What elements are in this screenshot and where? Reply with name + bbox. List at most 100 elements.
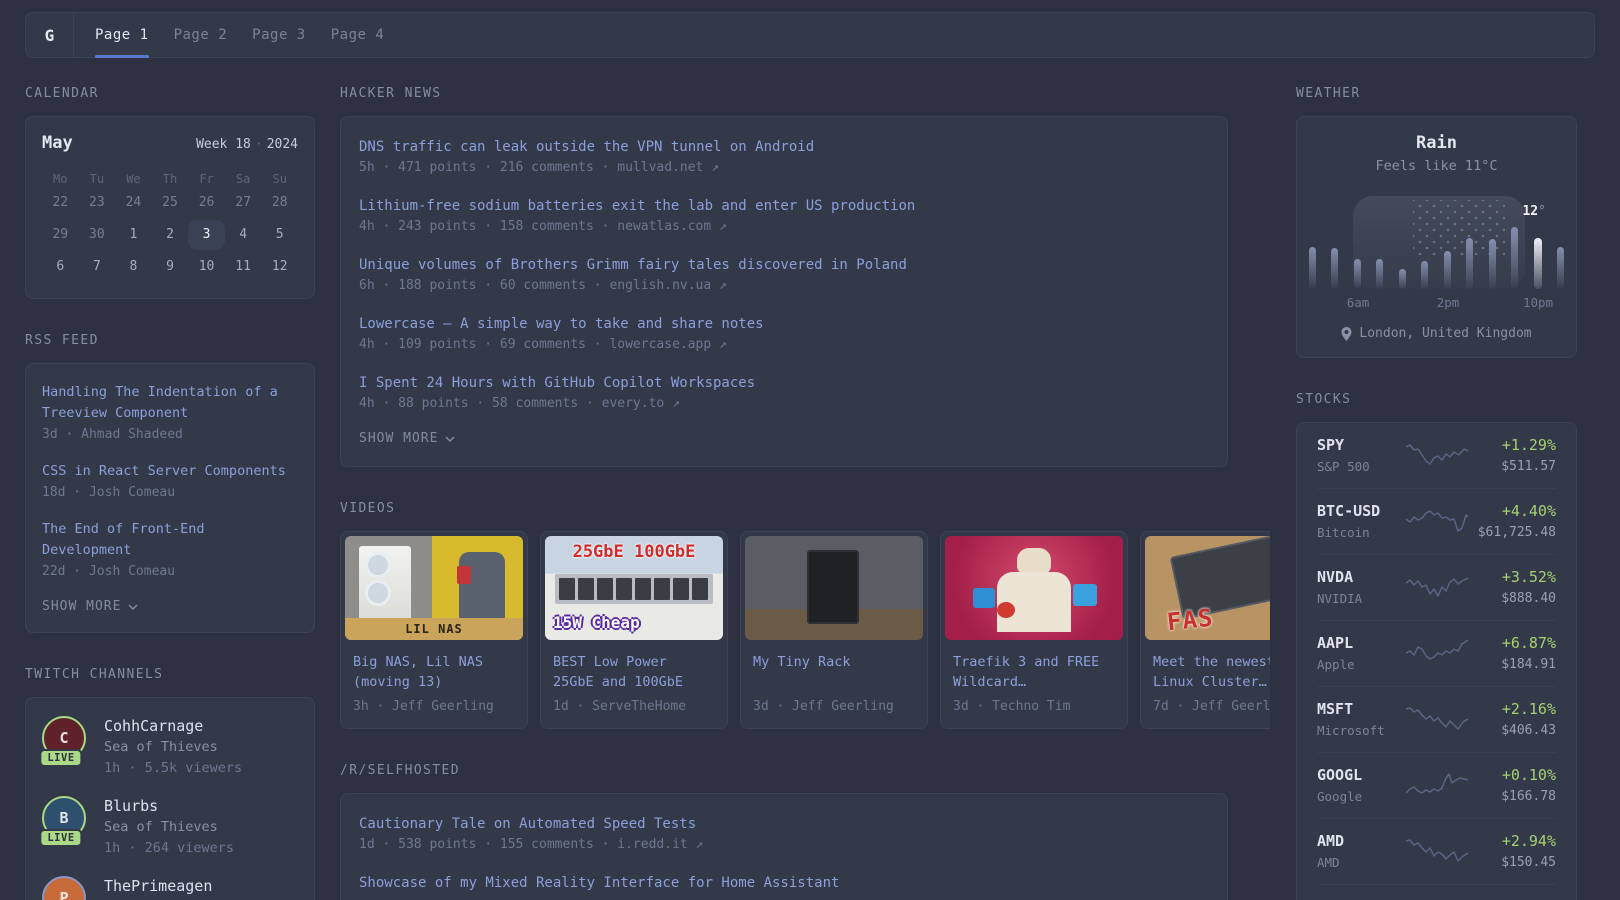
rss-item-link[interactable]: Handling The Indentation of a Treeview C… — [42, 382, 298, 424]
stock-symbol: SPY — [1317, 436, 1345, 454]
tab-label: Page 3 — [252, 27, 306, 43]
thumbnail-art — [1073, 584, 1097, 606]
stock-price: $150.45 — [1501, 855, 1556, 870]
rss-show-more-button[interactable]: SHOW MORE — [42, 599, 298, 614]
hn-item-link[interactable]: Lithium-free sodium batteries exit the l… — [359, 196, 1209, 216]
stock-row-googl[interactable]: GOOGL Google +0.10% $166.78 — [1317, 752, 1556, 818]
videos-carousel: LIL NAS Big NAS, Lil NAS (moving 13) 3h … — [340, 531, 1270, 729]
hn-item-link[interactable]: Unique volumes of Brothers Grimm fairy t… — [359, 255, 1209, 275]
tab-page-2[interactable]: Page 2 — [174, 13, 228, 57]
video-title[interactable]: Big NAS, Lil NAS (moving 13) — [353, 652, 515, 692]
calendar-year: 2024 — [266, 137, 298, 152]
stock-price: $184.91 — [1501, 657, 1556, 672]
live-badge: LIVE — [39, 749, 83, 767]
header-nav: G Page 1 Page 2 Page 3 Page 4 — [25, 12, 1595, 58]
right-column: WEATHER Rain Feels like 11°C 12° 6am 2pm… — [1296, 86, 1577, 900]
separator-dot: · — [254, 137, 263, 152]
video-thumbnail[interactable]: FAS — [1145, 536, 1270, 640]
calendar-day: 8 — [129, 259, 138, 274]
video-title[interactable]: BEST Low Power 25GbE and 100GbE Switch… — [553, 652, 715, 692]
video-title[interactable]: Traefik 3 and FREE Wildcard… — [953, 652, 1115, 692]
time-label: 10pm — [1522, 295, 1554, 310]
hn-item: Unique volumes of Brothers Grimm fairy t… — [359, 255, 1209, 296]
hn-show-more-button[interactable]: SHOW MORE — [359, 431, 1209, 446]
video-title[interactable]: Meet the newest Linux Cluster… — [1153, 652, 1270, 692]
widget-title-hacker-news: HACKER NEWS — [340, 86, 442, 101]
hn-item: DNS traffic can leak outside the VPN tun… — [359, 137, 1209, 178]
temp-bar — [1556, 247, 1564, 289]
video-thumbnail[interactable]: LIL NAS — [345, 536, 523, 640]
hn-item-link[interactable]: DNS traffic can leak outside the VPN tun… — [359, 137, 1209, 157]
hn-item-meta: 4h · 243 points · 158 comments · newatla… — [359, 219, 727, 234]
stock-symbol: MSFT — [1317, 700, 1354, 718]
tab-page-3[interactable]: Page 3 — [252, 13, 306, 57]
stock-sparkline — [1405, 707, 1468, 730]
stock-name: AMD — [1317, 855, 1340, 870]
stock-row-btc-usd[interactable]: BTC-USD Bitcoin +4.40% $61,725.48 — [1317, 488, 1556, 554]
reddit-item-link[interactable]: Cautionary Tale on Automated Speed Tests — [359, 814, 1209, 834]
reddit-item: Cautionary Tale on Automated Speed Tests… — [359, 814, 1209, 855]
show-more-label: SHOW MORE — [359, 431, 439, 446]
stock-change: +1.29% — [1501, 436, 1556, 454]
stock-row-aapl[interactable]: AAPL Apple +6.87% $184.91 — [1317, 620, 1556, 686]
temp-bar — [1398, 269, 1406, 289]
stock-name: S&P 500 — [1317, 459, 1370, 474]
stock-row-msft[interactable]: MSFT Microsoft +2.16% $406.43 — [1317, 686, 1556, 752]
calendar-weekday-row: Mo Tu We Th Fr Sa Su — [42, 170, 298, 188]
video-meta: 1d · ServeTheHome — [553, 699, 687, 714]
stock-name: Microsoft — [1317, 723, 1385, 738]
video-card-traefik[interactable]: Traefik 3 and FREE Wildcard… 3d · Techno… — [940, 531, 1128, 729]
reddit-item: Showcase of my Mixed Reality Interface f… — [359, 873, 1209, 893]
stock-row-amd[interactable]: AMD AMD +2.94% $150.45 — [1317, 818, 1556, 884]
hn-item: Lowercase – A simple way to take and sha… — [359, 314, 1209, 355]
widget-title-weather: WEATHER — [1296, 86, 1361, 101]
hn-item-link[interactable]: Lowercase – A simple way to take and sha… — [359, 314, 1209, 334]
dashboard-columns: CALENDAR May Week 18 · 2024 Mo Tu We Th Fr — [0, 86, 1620, 900]
stock-row-nvda[interactable]: NVDA NVIDIA +3.52% $888.40 — [1317, 554, 1556, 620]
temp-bar — [1353, 259, 1361, 289]
app-logo[interactable]: G — [26, 13, 73, 57]
channel-name: CohhCarnage — [104, 717, 204, 735]
calendar-day: 2 — [166, 227, 174, 242]
stock-name: Google — [1317, 789, 1363, 804]
calendar-day: 27 — [235, 195, 251, 210]
video-card-linux-cluster[interactable]: FAS Meet the newest Linux Cluster… 7d · … — [1140, 531, 1270, 729]
rss-item-link[interactable]: CSS in React Server Components — [42, 461, 298, 482]
show-more-label: SHOW MORE — [42, 599, 122, 614]
video-card-25gbe-switch[interactable]: 25GbE 100GbE 15W Cheap BEST Low Power 25… — [540, 531, 728, 729]
reddit-item-link[interactable]: Showcase of my Mixed Reality Interface f… — [359, 873, 1209, 893]
twitch-channel-blurbs[interactable]: B LIVE Blurbs Sea of Thieves 1h · 264 vi… — [39, 796, 298, 859]
calendar-week-indicator: Week 18 · 2024 — [196, 137, 298, 152]
weekday-label: Sa — [235, 172, 251, 186]
stock-sparkline — [1405, 839, 1468, 862]
video-card-big-nas[interactable]: LIL NAS Big NAS, Lil NAS (moving 13) 3h … — [340, 531, 528, 729]
thumbnail-art — [973, 588, 995, 608]
temp-bar — [1309, 247, 1316, 289]
rss-card: Handling The Indentation of a Treeview C… — [25, 363, 315, 633]
twitch-channel-cohhcarnage[interactable]: C LIVE CohhCarnage Sea of Thieves 1h · 5… — [39, 716, 298, 779]
stock-row-spy[interactable]: SPY S&P 500 +1.29% $511.57 — [1317, 423, 1556, 488]
video-thumbnail[interactable] — [745, 536, 923, 640]
video-thumbnail[interactable]: 25GbE 100GbE 15W Cheap — [545, 536, 723, 640]
video-thumbnail[interactable] — [945, 536, 1123, 640]
stock-symbol: AAPL — [1317, 634, 1354, 652]
tab-page-1[interactable]: Page 1 — [95, 13, 149, 58]
calendar-day: 1 — [129, 227, 138, 242]
rss-item: The End of Front-End Development 22d · J… — [42, 519, 298, 582]
video-body: Big NAS, Lil NAS (moving 13) 3h · Jeff G… — [341, 644, 527, 728]
stock-change: +2.16% — [1501, 700, 1556, 718]
channel-info: Blurbs Sea of Thieves 1h · 264 viewers — [104, 796, 234, 859]
rss-item: CSS in React Server Components 18d · Jos… — [42, 461, 298, 503]
weekday-label: Tu — [89, 172, 105, 186]
video-title[interactable]: My Tiny Rack — [753, 652, 915, 692]
video-card-my-tiny-rack[interactable]: My Tiny Rack 3d · Jeff Geerling — [740, 531, 928, 729]
thumbnail-art — [997, 602, 1015, 618]
hn-item-link[interactable]: I Spent 24 Hours with GitHub Copilot Wor… — [359, 373, 1209, 393]
rss-widget: RSS FEED Handling The Indentation of a T… — [25, 333, 315, 633]
stock-row-rddt[interactable]: RDDT -1.65% — [1317, 884, 1556, 900]
rss-item-link[interactable]: The End of Front-End Development — [42, 519, 298, 561]
weekday-label: Fr — [199, 172, 214, 186]
tab-page-4[interactable]: Page 4 — [331, 13, 385, 57]
twitch-channel-theprimeagen[interactable]: P ThePrimeagen — [42, 876, 298, 900]
thumbnail-art — [555, 574, 713, 604]
